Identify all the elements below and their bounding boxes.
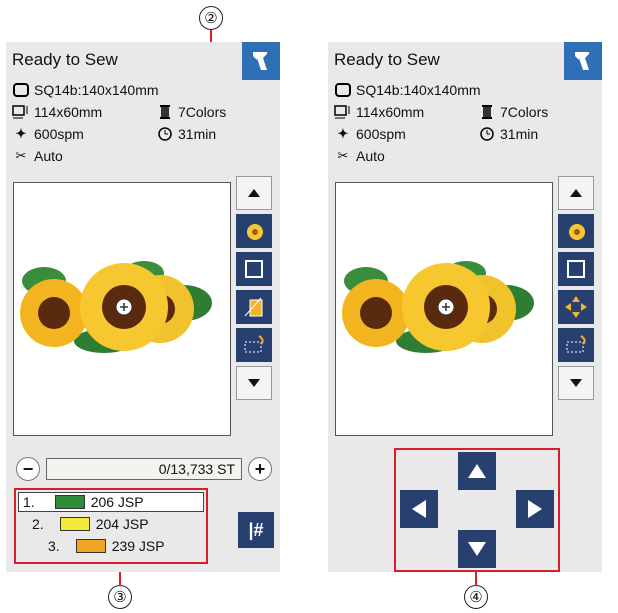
triangle-down-icon bbox=[248, 379, 260, 387]
clock-icon bbox=[478, 127, 496, 141]
scroll-up-button[interactable] bbox=[236, 176, 272, 210]
clock-icon bbox=[156, 127, 174, 141]
frame-arrows-icon bbox=[245, 260, 263, 278]
hoop-info: SQ14b:140x140mm bbox=[12, 82, 159, 98]
move-arrows-icon bbox=[565, 296, 587, 318]
hoop-icon bbox=[12, 83, 30, 97]
stitch-counter: 0/13,733 ST bbox=[46, 458, 242, 480]
time-info: 31min bbox=[156, 126, 216, 142]
color-list: 1. 206 JSP 2. 204 JSP 3. 239 JSP bbox=[14, 488, 208, 564]
thread-color-button[interactable] bbox=[236, 290, 272, 324]
color-list-item[interactable]: 3. 239 JSP bbox=[48, 536, 165, 556]
flower-color-icon bbox=[247, 224, 263, 240]
jog-left-button[interactable] bbox=[400, 490, 438, 528]
layout-button[interactable] bbox=[236, 252, 272, 286]
screen-title: Ready to Sew bbox=[334, 50, 440, 69]
color-list-item[interactable]: 1. 206 JSP bbox=[18, 492, 204, 512]
trace-button[interactable] bbox=[558, 328, 594, 362]
arrow-down-icon bbox=[468, 542, 486, 556]
spool-icon bbox=[156, 105, 174, 119]
scroll-down-button[interactable] bbox=[236, 366, 272, 400]
speed-info: ✦ 600spm bbox=[334, 126, 406, 142]
spool-color-icon bbox=[244, 297, 263, 317]
callout-4-leader bbox=[475, 572, 477, 586]
triangle-up-icon bbox=[248, 189, 260, 197]
color-count-info: 7Colors bbox=[478, 104, 548, 120]
jog-down-button[interactable] bbox=[458, 530, 496, 568]
hoop-info: SQ14b:140x140mm bbox=[334, 82, 481, 98]
ready-to-sew-screen-right: Ready to Sew SQ14b:140x140mm 114x60mm 7C… bbox=[328, 42, 602, 572]
jog-up-button[interactable] bbox=[458, 452, 496, 490]
scissors-icon: ✂ bbox=[337, 148, 349, 163]
scroll-down-button[interactable] bbox=[558, 366, 594, 400]
frame-arrows-icon bbox=[567, 260, 585, 278]
size-icon bbox=[334, 105, 352, 119]
spool-icon bbox=[478, 105, 496, 119]
layout-button[interactable] bbox=[558, 252, 594, 286]
jog-keys bbox=[394, 448, 560, 572]
callout-4: ④ bbox=[464, 585, 488, 609]
back-arrow-icon bbox=[575, 52, 589, 70]
speed-icon: ✦ bbox=[337, 126, 349, 141]
stitch-plus-button[interactable]: + bbox=[248, 457, 272, 481]
color-list-item[interactable]: 2. 204 JSP bbox=[32, 514, 149, 534]
jog-right-button[interactable] bbox=[516, 490, 554, 528]
speed-info: ✦ 600spm bbox=[12, 126, 84, 142]
triangle-up-icon bbox=[570, 189, 582, 197]
color-edit-button[interactable] bbox=[558, 214, 594, 248]
hoop-icon bbox=[334, 83, 352, 97]
design-preview bbox=[335, 182, 553, 436]
trace-icon bbox=[244, 335, 264, 353]
sunflower-design-image bbox=[342, 261, 534, 353]
back-button[interactable] bbox=[564, 42, 602, 80]
arrow-left-icon bbox=[412, 500, 426, 518]
color-swatch bbox=[54, 495, 85, 509]
back-arrow-icon bbox=[253, 52, 267, 70]
screen-title: Ready to Sew bbox=[12, 50, 118, 69]
ready-to-sew-screen-left: Ready to Sew SQ14b:140x140mm 114x60mm 7C… bbox=[6, 42, 280, 572]
triangle-down-icon bbox=[570, 379, 582, 387]
sunflower-design-image bbox=[20, 261, 212, 353]
arrow-up-icon bbox=[468, 464, 486, 478]
stitch-counter-bar: − 0/13,733 ST + bbox=[16, 456, 272, 482]
size-icon bbox=[12, 105, 30, 119]
jog-move-button[interactable] bbox=[558, 290, 594, 324]
design-size-info: 114x60mm bbox=[334, 104, 424, 120]
back-button[interactable] bbox=[242, 42, 280, 80]
flower-color-icon bbox=[569, 224, 585, 240]
time-info: 31min bbox=[478, 126, 538, 142]
thread-cut-info: ✂ Auto bbox=[12, 148, 63, 164]
color-swatch bbox=[75, 539, 106, 553]
color-count-info: 7Colors bbox=[156, 104, 226, 120]
speed-icon: ✦ bbox=[15, 126, 27, 141]
scissors-icon: ✂ bbox=[15, 148, 27, 163]
jump-stitch-button[interactable]: |# bbox=[238, 512, 274, 548]
trace-button[interactable] bbox=[236, 328, 272, 362]
stitch-minus-button[interactable]: − bbox=[16, 457, 40, 481]
callout-3: ③ bbox=[108, 585, 132, 609]
callout-2: ② bbox=[199, 6, 223, 30]
scroll-up-button[interactable] bbox=[558, 176, 594, 210]
design-size-info: 114x60mm bbox=[12, 104, 102, 120]
color-swatch bbox=[59, 517, 90, 531]
arrow-right-icon bbox=[528, 500, 542, 518]
trace-icon bbox=[566, 335, 586, 353]
color-edit-button[interactable] bbox=[236, 214, 272, 248]
design-preview bbox=[13, 182, 231, 436]
thread-cut-info: ✂ Auto bbox=[334, 148, 385, 164]
